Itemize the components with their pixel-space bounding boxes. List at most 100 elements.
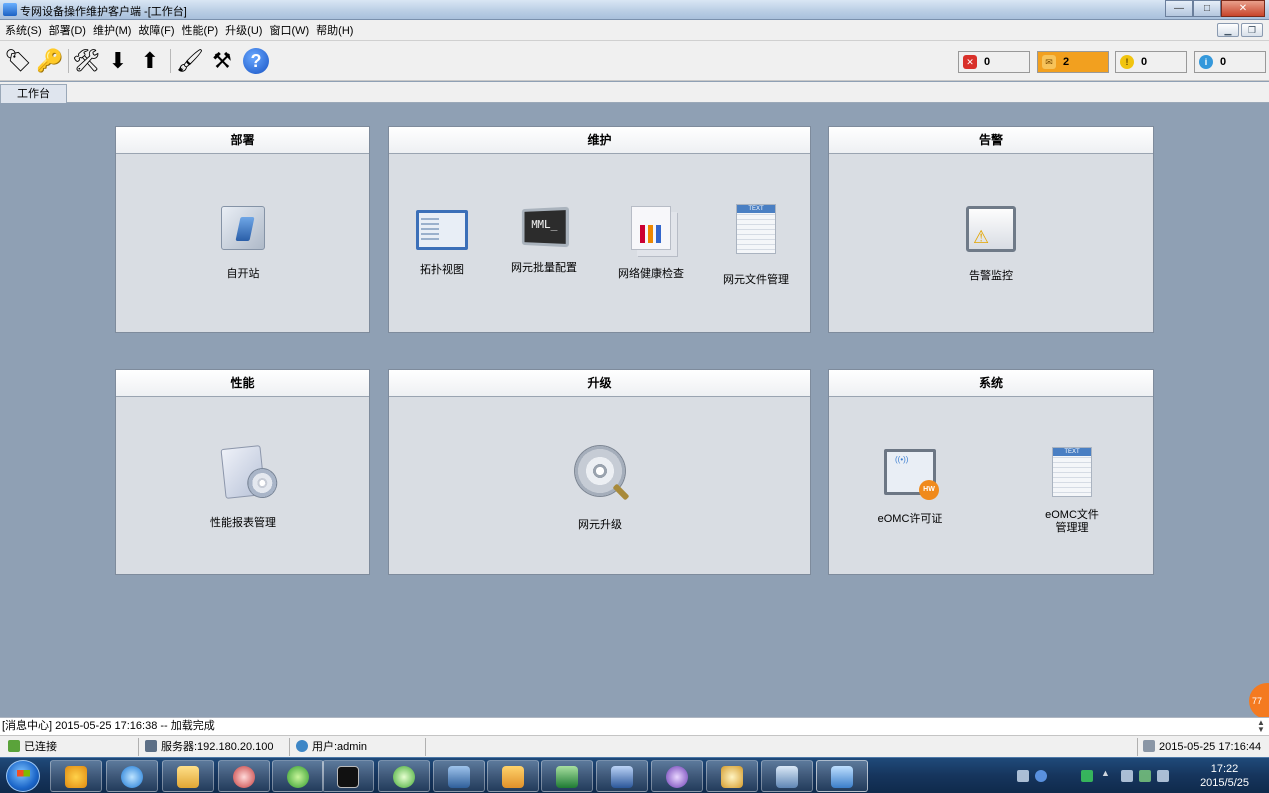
tools-icon[interactable]: ⚒	[208, 47, 236, 75]
tile-ne-file-management[interactable]: 网元文件管理	[711, 202, 801, 287]
message-scroll-arrows[interactable]: ▲ ▼	[1257, 719, 1267, 734]
action-center-flag-icon[interactable]	[1121, 770, 1133, 782]
network-signal-icon[interactable]	[1139, 770, 1151, 782]
tile-label: 告警监控	[969, 270, 1013, 282]
toolbar-separator	[170, 49, 171, 73]
taskbar-outlook-button[interactable]	[487, 760, 539, 792]
tile-alarm-monitor[interactable]: 告警监控	[946, 202, 1036, 283]
tile-label: 网络健康检查	[618, 268, 684, 280]
brush-icon[interactable]: 🖌	[176, 47, 204, 75]
tile-self-open-station[interactable]: 自开站	[198, 202, 288, 281]
keyboard-icon[interactable]	[1017, 770, 1029, 782]
windows-taskbar: ▲ 17:22 2015/5/25	[0, 757, 1269, 793]
tile-ne-batch-config[interactable]: MML_ 网元批量配置	[499, 202, 589, 275]
taskbar-app-button[interactable]	[272, 760, 324, 792]
panel-performance: 性能 性能报表管理	[115, 369, 370, 575]
message-center-line: [消息中心] 2015-05-25 17:16:38 -- 加载完成	[0, 717, 1269, 735]
download-icon[interactable]: ⬇	[104, 47, 132, 75]
minimize-button[interactable]: —	[1165, 0, 1193, 17]
minor-alarm-icon: !	[1120, 55, 1134, 69]
taskbar-client-button[interactable]	[816, 760, 868, 792]
excel-icon	[556, 766, 578, 788]
panel-system: 系统 eOMC许可证 eOMC文件管理理	[828, 369, 1154, 575]
close-button[interactable]: ✕	[1221, 0, 1265, 17]
tab-workbench[interactable]: 工作台	[0, 84, 67, 103]
menu-system[interactable]: 系统(S)	[5, 22, 42, 38]
key-icon[interactable]: 🔑	[36, 47, 64, 75]
app-360-icon	[65, 766, 87, 788]
info-alarm-value: 0	[1220, 56, 1227, 68]
taskbar-excel-button[interactable]	[541, 760, 593, 792]
info-alarm-count[interactable]: i 0	[1194, 51, 1266, 73]
taskbar-app-button[interactable]	[433, 760, 485, 792]
purple-app-icon	[666, 766, 688, 788]
mml-terminal-icon: MML_	[521, 206, 570, 248]
menu-window[interactable]: 窗口(W)	[269, 22, 309, 38]
panel-title: 性能	[116, 370, 369, 397]
plug-icon	[8, 740, 20, 752]
menu-help[interactable]: 帮助(H)	[316, 22, 353, 38]
mdi-restore-button[interactable]: ❐	[1241, 23, 1263, 37]
maximize-button[interactable]: □	[1193, 0, 1221, 17]
connection-status: 已连接	[8, 739, 57, 755]
taskbar-app-button[interactable]	[761, 760, 813, 792]
tile-eomc-license[interactable]: eOMC许可证	[865, 445, 955, 526]
text-file-icon	[1052, 447, 1092, 497]
upgrade-disc-icon	[574, 445, 626, 497]
taskbar-paint-button[interactable]	[706, 760, 758, 792]
network-tool-icon	[448, 766, 470, 788]
menu-upgrade[interactable]: 升级(U)	[225, 22, 262, 38]
panel-upgrade: 升级 网元升级	[388, 369, 811, 575]
user-icon	[296, 740, 308, 752]
menu-fault[interactable]: 故障(F)	[138, 22, 174, 38]
taskbar-cmd-button[interactable]	[322, 760, 374, 792]
start-button[interactable]	[6, 760, 40, 792]
wifi-icon[interactable]	[1081, 770, 1093, 782]
tag-icon[interactable]: 🏷	[4, 47, 32, 75]
mdi-minimize-button[interactable]: ▁	[1217, 23, 1239, 37]
tile-label: 拓扑视图	[420, 264, 464, 276]
menu-deploy[interactable]: 部署(D)	[49, 22, 86, 38]
taskbar-app-button[interactable]	[651, 760, 703, 792]
tile-topology-view[interactable]: 拓扑视图	[397, 202, 487, 277]
taskbar-app-button[interactable]	[50, 760, 102, 792]
menu-maintain[interactable]: 维护(M)	[93, 22, 132, 38]
taskbar-app-button[interactable]	[378, 760, 430, 792]
menu-performance[interactable]: 性能(P)	[182, 22, 219, 38]
taskbar-ie-button[interactable]	[106, 760, 158, 792]
deploy-tools-icon[interactable]: 🛠	[72, 47, 100, 75]
server-icon	[145, 740, 157, 752]
help-tray-icon[interactable]	[1035, 770, 1047, 782]
tile-label: 网元文件管理	[723, 274, 789, 286]
upload-icon[interactable]: ⬆	[136, 47, 164, 75]
help-icon[interactable]: ?	[243, 48, 269, 74]
taskbar-explorer-button[interactable]	[162, 760, 214, 792]
taskbar-app-button[interactable]	[218, 760, 270, 792]
clock-date: 2015/5/25	[1200, 777, 1249, 789]
tile-network-health-check[interactable]: 网络健康检查	[606, 202, 696, 281]
show-hidden-icons-arrow[interactable]: ▲	[1101, 768, 1110, 780]
server-status: 服务器:192.180.20.100	[145, 739, 274, 755]
status-separator	[289, 738, 290, 756]
tile-label: 自开站	[226, 268, 260, 280]
critical-alarm-count[interactable]: ✕ 0	[958, 51, 1030, 73]
minor-alarm-count[interactable]: ! 0	[1115, 51, 1187, 73]
tile-eomc-file-management[interactable]: eOMC文件管理理	[1027, 445, 1117, 535]
magnifier-icon	[233, 766, 255, 788]
toolbar: 🏷 🔑 🛠 ⬇ ⬆ 🖌 ⚒ ? ✕ 0 ✉ 2 ! 0 i 0	[0, 41, 1269, 81]
tile-performance-report[interactable]: 性能报表管理	[198, 445, 288, 530]
taskbar-clock[interactable]: 17:22 2015/5/25	[1200, 762, 1249, 790]
performance-report-icon	[220, 445, 266, 499]
workbench-area: 部署 自开站 维护 拓扑视图 MML_ 网元批量配置 网络健康检查 网元文件管理…	[0, 103, 1269, 717]
volume-icon[interactable]	[1157, 770, 1169, 782]
self-open-station-icon	[221, 206, 265, 250]
critical-alarm-value: 0	[984, 56, 991, 68]
major-alarm-count[interactable]: ✉ 2	[1037, 51, 1109, 73]
health-chart-icon	[631, 206, 671, 250]
taskbar-word-button[interactable]	[596, 760, 648, 792]
tile-ne-upgrade[interactable]: 网元升级	[555, 445, 645, 532]
folder-icon	[177, 766, 199, 788]
major-alarm-value: 2	[1063, 56, 1070, 68]
window-app-icon	[776, 766, 798, 788]
tile-label: eOMC许可证	[877, 513, 943, 525]
